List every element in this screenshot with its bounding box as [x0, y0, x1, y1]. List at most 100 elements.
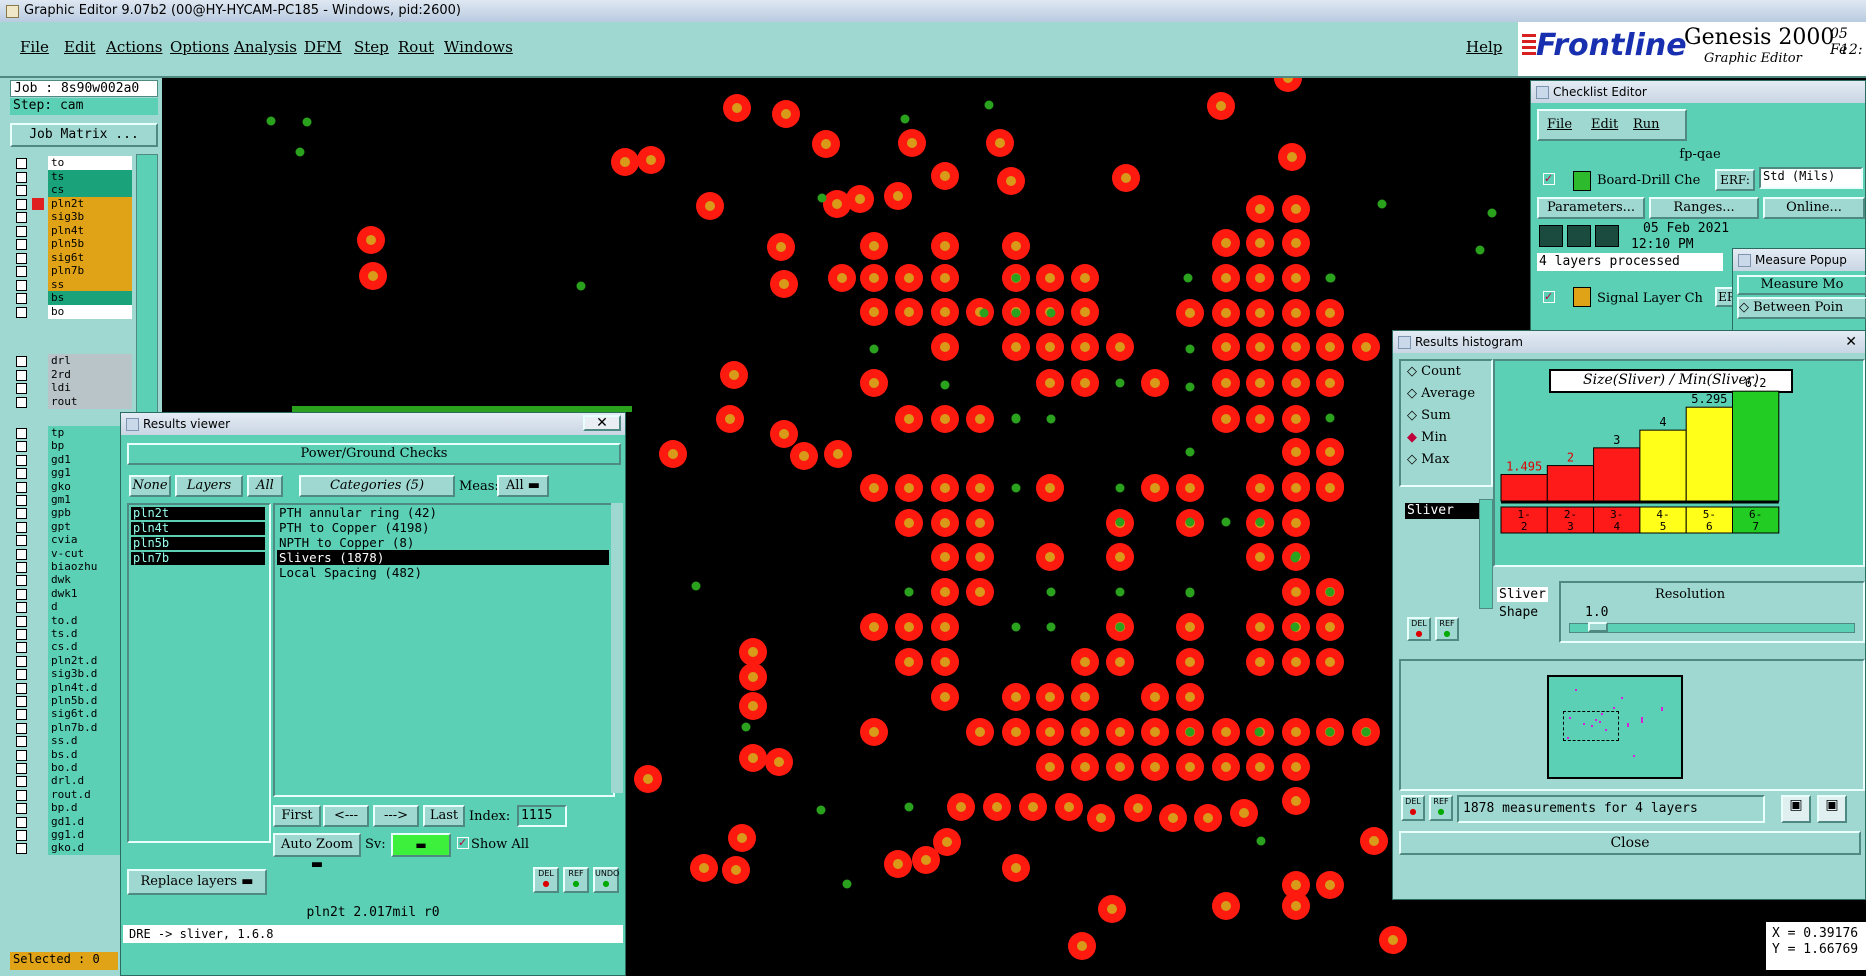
layer-color-swatch[interactable] — [32, 735, 44, 748]
hist-ref-button[interactable]: REF ● — [1435, 617, 1459, 641]
layer-checkbox[interactable] — [16, 736, 27, 748]
layer-color-swatch[interactable] — [32, 494, 44, 506]
histogram-option[interactable]: ◆ Min — [1401, 427, 1491, 449]
layer-color-swatch[interactable] — [32, 708, 44, 721]
histogram-bar[interactable] — [1546, 465, 1595, 502]
histogram-list-item-sliver[interactable]: Sliver — [1405, 503, 1479, 519]
category-scrollbar[interactable] — [611, 503, 623, 793]
layer-name[interactable]: sig3b — [48, 210, 132, 224]
del-button[interactable]: DEL ● — [533, 867, 559, 893]
layer-checkbox[interactable] — [16, 843, 27, 855]
measure-titlebar[interactable]: Measure Popup — [1733, 249, 1865, 271]
histogram-bar[interactable] — [1732, 390, 1780, 502]
layer-checkbox[interactable] — [16, 225, 27, 237]
layer-checkbox[interactable] — [16, 830, 27, 841]
layer-color-swatch[interactable] — [32, 748, 44, 761]
run-icon-1[interactable] — [1539, 225, 1563, 247]
layer-color-swatch[interactable] — [32, 453, 44, 466]
menu-file[interactable]: File — [20, 38, 49, 56]
layer-checkbox[interactable] — [16, 495, 27, 506]
layer-color-swatch[interactable] — [32, 601, 44, 614]
layer-color-swatch[interactable] — [32, 668, 44, 681]
layer-color-swatch[interactable] — [32, 292, 44, 304]
layer-checkbox[interactable] — [16, 521, 27, 533]
layer-color-swatch[interactable] — [32, 614, 44, 627]
layer-name[interactable]: drl — [48, 354, 132, 368]
layer-name[interactable]: to — [48, 156, 132, 170]
layer-color-swatch[interactable] — [32, 480, 44, 493]
layer-checkbox[interactable] — [16, 776, 27, 788]
layer-color-swatch[interactable] — [32, 507, 44, 520]
undo-button[interactable]: UNDO ● — [593, 867, 619, 893]
replace-layers-select[interactable]: Replace layers ▬ — [127, 869, 267, 895]
auto-zoom-select[interactable]: Auto Zoom ▬ — [273, 833, 361, 872]
category-item[interactable]: Local Spacing (482) — [277, 565, 609, 580]
layer-checkbox[interactable] — [16, 185, 27, 196]
histogram-bar[interactable] — [1593, 447, 1641, 502]
layer-name[interactable]: pln5b — [48, 237, 132, 251]
layer-list[interactable]: pln2t pln4t pln5b pln7b — [127, 503, 271, 843]
layer-color-swatch[interactable] — [32, 842, 44, 855]
layer-checkbox[interactable] — [16, 306, 27, 318]
all-button[interactable]: All — [247, 475, 283, 497]
meas-select[interactable]: All ▬ — [497, 475, 549, 497]
layer-checkbox[interactable] — [16, 615, 27, 627]
layer-checkbox[interactable] — [16, 428, 27, 439]
run-icon-3[interactable] — [1595, 225, 1619, 247]
layer-checkbox[interactable] — [16, 293, 27, 304]
results-viewer-titlebar[interactable]: Results viewer ✕ — [121, 413, 625, 435]
histogram-option[interactable]: ◇ Count — [1401, 361, 1491, 383]
layer-checkbox[interactable] — [16, 789, 27, 801]
layer-checkbox[interactable] — [16, 816, 27, 828]
export-icon-1[interactable]: ▣ — [1781, 795, 1811, 823]
histogram-option[interactable]: ◇ Average — [1401, 383, 1491, 405]
layer-color-swatch[interactable] — [32, 382, 44, 394]
close-icon[interactable]: ✕ — [1845, 331, 1857, 353]
menu-windows[interactable]: Windows — [444, 38, 513, 56]
layer-checkbox[interactable] — [16, 198, 27, 210]
checklist-titlebar[interactable]: Checklist Editor — [1531, 81, 1865, 103]
export-icon-2[interactable]: ▣ — [1817, 795, 1847, 823]
first-button[interactable]: First — [273, 805, 321, 827]
layer-color-swatch[interactable] — [32, 427, 44, 439]
layer-color-swatch[interactable] — [32, 587, 44, 600]
histogram-bar[interactable] — [1500, 474, 1548, 502]
show-all-checkbox[interactable]: ✓ — [457, 837, 469, 849]
menu-dfm[interactable]: DFM — [304, 38, 342, 56]
layer-color-swatch[interactable] — [32, 170, 44, 183]
ranges-button[interactable]: Ranges... — [1649, 197, 1759, 219]
category-item[interactable]: PTH annular ring (42) — [277, 505, 609, 520]
sv-color-select[interactable]: ▬ — [391, 833, 451, 857]
histogram-bar[interactable] — [1685, 406, 1733, 502]
layer-checkbox[interactable] — [16, 562, 27, 573]
checklist-menu-edit[interactable]: Edit — [1591, 117, 1618, 132]
layer-color-swatch[interactable] — [32, 251, 44, 264]
layer-color-swatch[interactable] — [32, 775, 44, 788]
menu-edit[interactable]: Edit — [64, 38, 95, 56]
category-list[interactable]: PTH annular ring (42) PTH to Copper (4198… — [273, 503, 615, 797]
resolution-slider-handle[interactable] — [1588, 622, 1608, 632]
layer-row[interactable]: gko.d — [12, 841, 132, 856]
histogram-list-scrollbar[interactable] — [1479, 499, 1493, 609]
layer-color-swatch[interactable] — [32, 547, 44, 560]
menu-options[interactable]: Options — [170, 38, 229, 56]
layer-name[interactable]: sig6t — [48, 250, 132, 265]
layer-name[interactable]: ldi — [48, 381, 132, 395]
menu-help[interactable]: Help — [1466, 38, 1502, 56]
layer-checkbox[interactable] — [16, 749, 27, 761]
layer-checkbox[interactable] — [16, 454, 27, 466]
layer-checkbox[interactable] — [16, 535, 27, 547]
layer-checkbox[interactable] — [16, 383, 27, 394]
layer-name[interactable]: bo — [48, 304, 132, 319]
last-button[interactable]: Last — [423, 805, 465, 827]
category-item[interactable]: Slivers (1878) — [277, 550, 609, 565]
layer-color-swatch[interactable] — [32, 695, 44, 707]
next-button[interactable]: ---> — [373, 805, 419, 827]
layer-color-swatch[interactable] — [32, 641, 44, 654]
layer-checkbox[interactable] — [16, 682, 27, 694]
layer-checkbox[interactable] — [16, 468, 27, 480]
category-item[interactable]: NPTH to Copper (8) — [277, 535, 609, 550]
layer-color-swatch[interactable] — [32, 157, 44, 169]
histogram-option[interactable]: ◇ Max — [1401, 449, 1491, 471]
layer-checkbox[interactable] — [16, 602, 27, 614]
